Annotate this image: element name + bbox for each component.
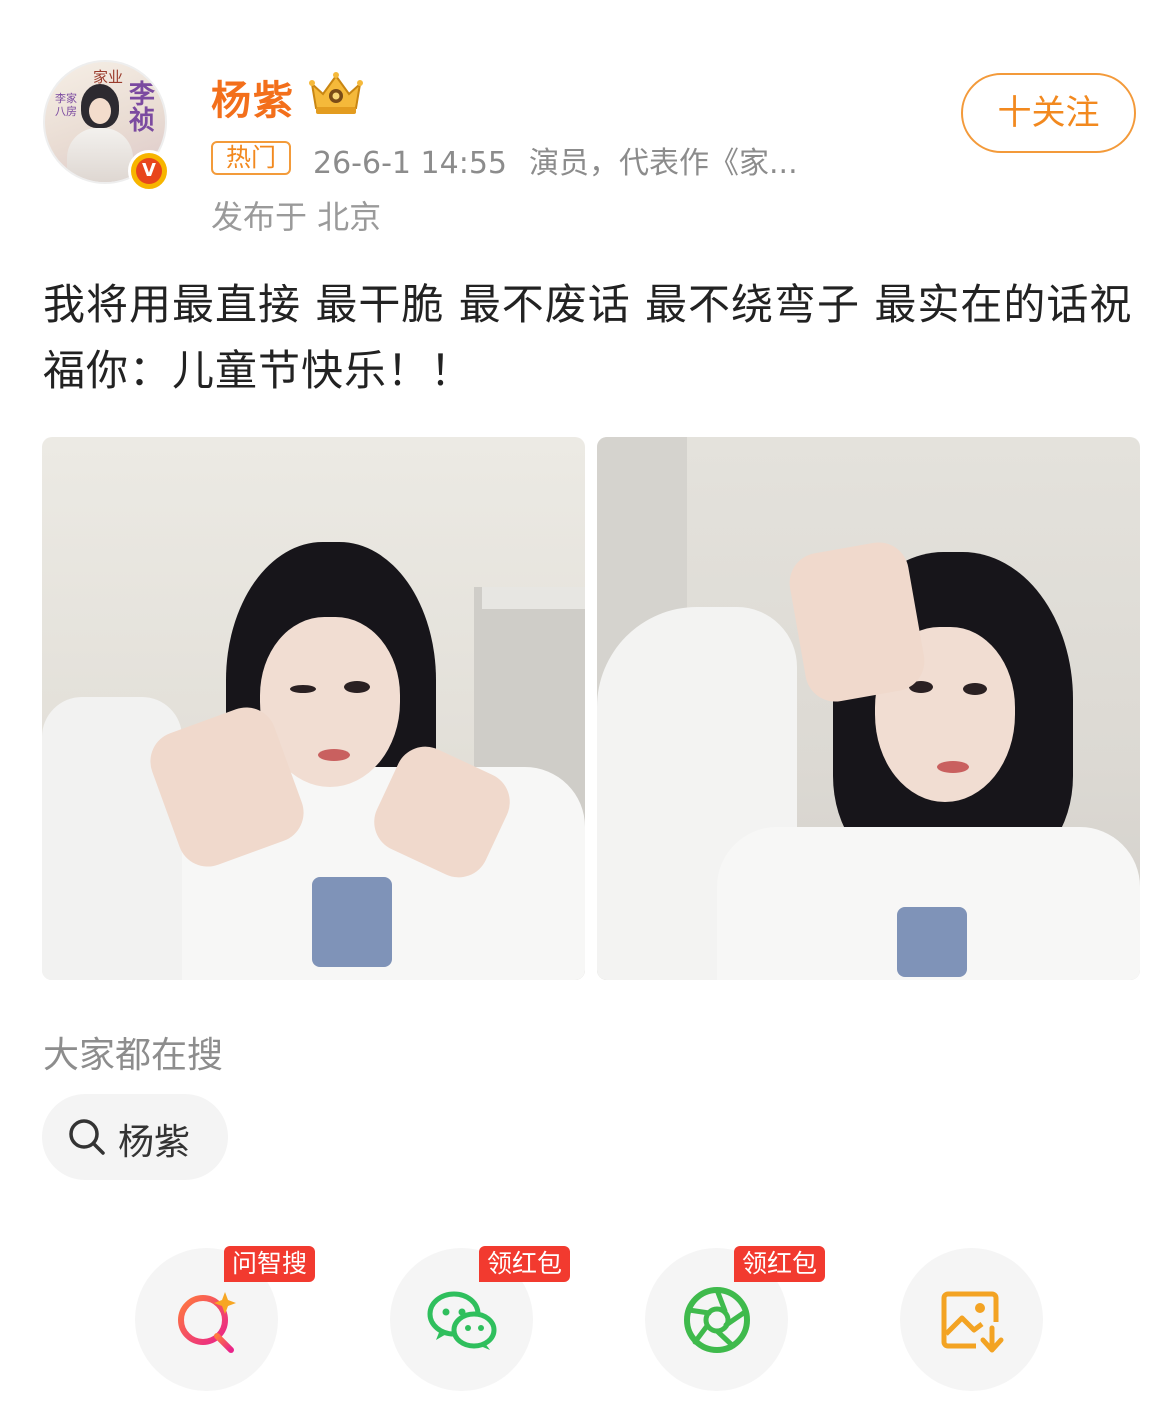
hot-badge: 热门 [211,141,291,175]
moments-icon [684,1287,750,1353]
post-image-2[interactable] [597,437,1140,980]
avatar-figure-body [67,128,133,182]
wechat-icon [427,1291,497,1350]
verified-badge-icon: V [128,150,170,192]
author-description[interactable]: 演员，代表作《家... [529,146,798,181]
avatar-title-text: 家业 [93,68,124,86]
moments-red-packet-badge: 领红包 [734,1246,826,1282]
post-timestamp: 26-6-1 14:55 [313,146,507,181]
post-text: 我将用最直接 最干脆 最不废话 最不绕弯子 最实在的话祝福你：儿童节快乐！！ [43,280,1133,395]
search-icon [69,1119,105,1155]
save-image-icon [941,1291,1004,1353]
search-chip-label: 杨紫 [118,1122,191,1163]
search-section-heading: 大家都在搜 [43,1035,224,1076]
username[interactable]: 杨紫 [211,68,295,126]
eye-right [963,683,987,695]
post-meta: 26-6-1 14:55 演员，代表作《家... [313,138,798,182]
post-image-1[interactable] [42,437,585,980]
peace-sign-hand [784,537,930,707]
follow-button[interactable]: 十关注 [961,73,1136,153]
search-suggestion-chip[interactable]: 杨紫 [42,1094,228,1180]
avatar-figure-face [89,98,111,124]
save-image-button[interactable] [900,1248,1043,1391]
ai-search-icon [178,1292,236,1353]
verified-mark: V [136,158,162,184]
tshirt-print [312,877,392,967]
eye-right [344,681,370,693]
background-cabinet-top [482,587,585,609]
crown-icon [309,72,363,114]
ai-search-badge: 问智搜 [224,1246,316,1282]
lips [318,749,350,761]
lips [937,761,969,773]
post-location: 发布于 北京 [211,198,382,236]
avatar-name-text: 李祯 [128,80,155,136]
tshirt-print [897,907,967,977]
eye-left [290,685,316,693]
wechat-red-packet-badge: 领红包 [479,1246,571,1282]
avatar-subtitle-text: 李家八房 [55,92,77,118]
